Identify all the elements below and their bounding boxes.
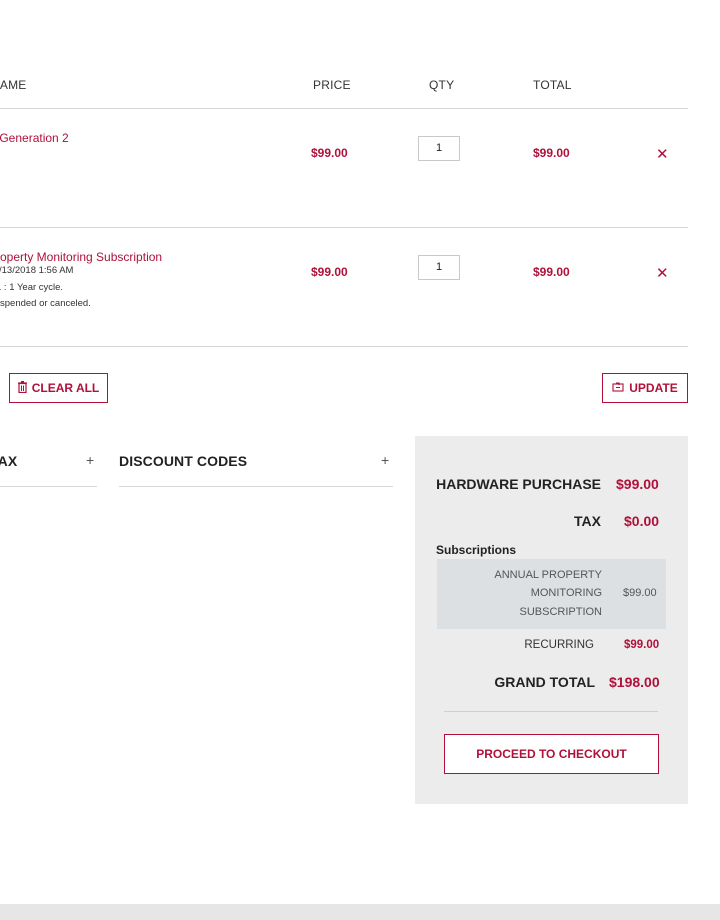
trash-icon [17, 380, 27, 396]
refresh-icon [612, 381, 624, 395]
column-header-price: PRICE [313, 78, 351, 92]
subscription-name-line: SUBSCRIPTION [519, 606, 602, 618]
product-link[interactable]: Property Monitoring Subscription [0, 250, 162, 264]
update-button[interactable]: UPDATE [602, 373, 688, 403]
update-label: UPDATE [629, 381, 678, 395]
discount-codes-accordion-title[interactable]: DISCOUNT CODES [119, 453, 247, 469]
footer [0, 904, 720, 920]
summary-divider [444, 711, 658, 712]
subscription-name-line: MONITORING [530, 587, 602, 599]
header-divider [0, 108, 688, 109]
subscriptions-heading: Subscriptions [436, 543, 517, 557]
clear-all-label: CLEAR ALL [31, 381, 100, 395]
checkout-label: PROCEED TO CHECKOUT [476, 747, 627, 761]
tax-accordion-title[interactable]: TAX [0, 453, 17, 469]
row-divider [0, 346, 688, 347]
column-header-name: NAME [0, 78, 27, 92]
tax-divider [0, 486, 97, 487]
grand-total-label: GRAND TOTAL [494, 674, 595, 690]
item-price: $99.00 [311, 265, 348, 279]
subscription-price: $99.00 [623, 587, 657, 599]
subscription-line-item: ANNUAL PROPERTY MONITORING SUBSCRIPTION … [437, 559, 666, 629]
quantity-input[interactable]: 1 [418, 136, 460, 161]
recurring-label: RECURRING [524, 639, 594, 651]
plus-icon[interactable]: + [86, 452, 94, 468]
close-icon[interactable]: ✕ [656, 264, 669, 282]
subscription-name-line: ANNUAL PROPERTY [494, 569, 602, 581]
product-link[interactable]: r Generation 2 [0, 131, 69, 145]
subscription-cycle: 1 : 1 Year cycle. [0, 282, 64, 293]
subscription-date: /13/2018 1:56 AM [0, 265, 74, 276]
hardware-purchase-value: $99.00 [616, 476, 659, 492]
clear-all-button[interactable]: CLEAR ALL [9, 373, 108, 403]
item-price: $99.00 [311, 146, 348, 160]
close-icon[interactable]: ✕ [656, 145, 669, 163]
tax-label: TAX [574, 513, 601, 529]
proceed-to-checkout-button[interactable]: PROCEED TO CHECKOUT [444, 734, 659, 774]
column-header-qty: QTY [429, 78, 455, 92]
quantity-input[interactable]: 1 [418, 255, 460, 280]
plus-icon[interactable]: + [381, 452, 389, 468]
column-header-total: TOTAL [533, 78, 572, 92]
subscription-note: spended or canceled. [0, 298, 91, 309]
item-total: $99.00 [533, 265, 570, 279]
item-total: $99.00 [533, 146, 570, 160]
recurring-value: $99.00 [624, 639, 660, 651]
discount-divider [119, 486, 393, 487]
grand-total-value: $198.00 [609, 674, 660, 690]
order-summary: HARDWARE PURCHASE $99.00 TAX $0.00 Subsc… [415, 436, 688, 804]
row-divider [0, 227, 688, 228]
tax-value: $0.00 [624, 513, 660, 529]
hardware-purchase-label: HARDWARE PURCHASE [436, 476, 601, 492]
